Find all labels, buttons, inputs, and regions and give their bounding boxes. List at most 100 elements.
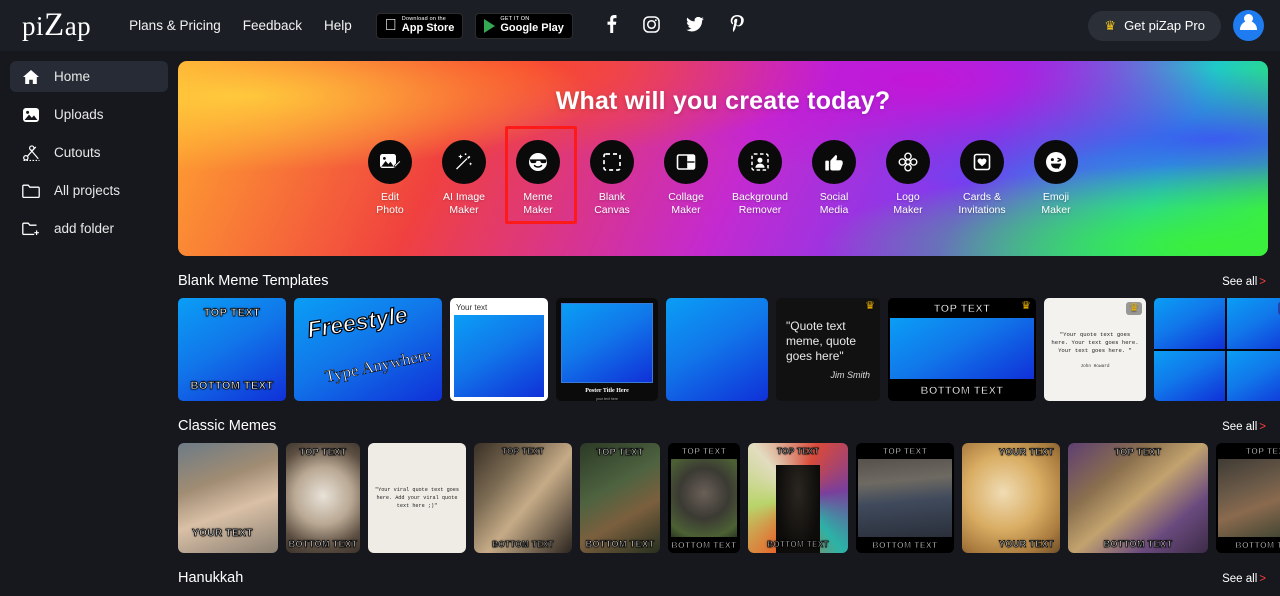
see-all-hanukkah[interactable]: See all > xyxy=(1222,573,1266,585)
meme-thumb-distracted-boyfriend[interactable]: Your text xyxy=(178,443,278,553)
tool-collage-maker[interactable]: Collage Maker xyxy=(657,140,715,216)
poster-title: Poster Title Here xyxy=(585,388,629,394)
tool-cards-invitations[interactable]: Cards & Invitations xyxy=(953,140,1011,216)
user-avatar[interactable] xyxy=(1233,10,1264,41)
template-image-area xyxy=(890,318,1034,379)
poster-image-area xyxy=(561,303,653,383)
tool-ai-image-maker[interactable]: AI Image Maker xyxy=(435,140,493,216)
meme-face-icon xyxy=(516,140,560,184)
sidebar-item-uploads[interactable]: Uploads xyxy=(10,99,168,130)
tool-emoji-maker[interactable]: Emoji Maker xyxy=(1027,140,1085,216)
quote-text: "Your viral quote text goes here. Add yo… xyxy=(374,487,460,509)
tool-blank-canvas[interactable]: Blank Canvas xyxy=(583,140,641,216)
poster-subtitle: your text here xyxy=(596,397,618,401)
template-bottom-text: BOTTOM TEXT xyxy=(920,385,1004,398)
header-right-actions: ♛ Get piZap Pro xyxy=(1088,0,1264,51)
tool-label-line2: Photo xyxy=(376,203,404,216)
template-thumb[interactable]: ♛ "Quote text meme, quote goes here" Jim… xyxy=(776,298,880,401)
app-store-button[interactable]:  Download on the App Store xyxy=(375,12,464,39)
google-play-icon xyxy=(484,18,496,33)
meme-thumb-business-cat[interactable]: TOP TEXT BOTTOM TEXT xyxy=(748,443,848,553)
nav-help[interactable]: Help xyxy=(324,18,352,33)
template-thumb[interactable]: Your text xyxy=(450,298,548,401)
sidebar: Home Uploads Cutouts All projects add fo… xyxy=(0,51,178,596)
classic-meme-row: Your text TOP TEXT BOTTOM TEXT "Your vir… xyxy=(178,443,1280,553)
meme-thumb-monkey-selfie[interactable]: TOP TEXT BOTTOM TEXT xyxy=(668,443,740,553)
sidebar-label-cutouts: Cutouts xyxy=(54,145,101,160)
meme-thumb-success-kid[interactable]: TOP TEXT BOTTOM TEXT xyxy=(474,443,572,553)
template-thumb[interactable]: Freestyle Type Anywhere xyxy=(294,298,442,401)
social-links xyxy=(607,15,744,36)
template-thumb[interactable]: TOP TEXT BOTTOM TEXT xyxy=(178,298,286,401)
template-your-text-label: Your text xyxy=(456,303,488,312)
template-thumb[interactable]: ♛ "Your quote text goes here. Your text … xyxy=(1044,298,1146,401)
hero-banner: What will you create today? Edit Photo AI… xyxy=(178,61,1268,256)
meme-top-text: TOP TEXT xyxy=(299,447,347,458)
sidebar-item-cutouts[interactable]: Cutouts xyxy=(10,137,168,168)
meme-thumb-office-jim[interactable]: TOP TEXT BOTTOM TEXT xyxy=(856,443,954,553)
meme-photo xyxy=(1068,443,1208,553)
meme-thumb-sweating-guy[interactable]: TOP TEXT BOTTOM TEXT xyxy=(1216,443,1280,553)
twitter-icon[interactable] xyxy=(686,16,704,35)
meme-thumb-condescending-wonka[interactable]: TOP TEXT BOTTOM TEXT xyxy=(1068,443,1208,553)
scissors-icon xyxy=(22,144,40,161)
sidebar-item-all-projects[interactable]: All projects xyxy=(10,175,168,206)
meme-thumb-doge[interactable]: YOUR TEXT YOUR TEXT xyxy=(962,443,1060,553)
pro-crown-icon: ♛ xyxy=(1021,300,1031,312)
instagram-icon[interactable] xyxy=(643,15,660,36)
tool-meme-maker[interactable]: Meme Maker xyxy=(505,126,577,224)
collage-grid-icon xyxy=(664,140,708,184)
see-all-blank-meme-templates[interactable]: See all > xyxy=(1222,276,1266,288)
pinterest-icon[interactable] xyxy=(730,15,744,36)
template-thumb[interactable] xyxy=(666,298,768,401)
person-cutout-icon xyxy=(738,140,782,184)
meme-photo xyxy=(286,443,360,553)
sidebar-label-home: Home xyxy=(54,69,91,84)
meme-top-text: TOP TEXT xyxy=(1114,447,1162,458)
template-thumb[interactable]: Poster Title Here your text here xyxy=(556,298,658,401)
see-all-classic-memes[interactable]: See all > xyxy=(1222,421,1266,433)
tool-social-media[interactable]: Social Media xyxy=(805,140,863,216)
tool-background-remover[interactable]: Background Remover xyxy=(731,140,789,216)
facebook-icon[interactable] xyxy=(607,15,617,36)
main-area: Home Uploads Cutouts All projects add fo… xyxy=(0,51,1280,596)
section-title-blank-meme-templates: Blank Meme Templates xyxy=(178,273,329,289)
top-header: piZap Plans & Pricing Feedback Help  Do… xyxy=(0,0,1280,51)
quad-layout xyxy=(1154,298,1280,401)
tool-edit-photo[interactable]: Edit Photo xyxy=(361,140,419,216)
template-thumb[interactable]: ♛ TOP TEXT BOTTOM TEXT xyxy=(888,298,1036,401)
google-play-label: Google Play xyxy=(488,22,564,35)
sidebar-label-uploads: Uploads xyxy=(54,107,104,122)
section-header: Classic Memes See all > xyxy=(178,418,1268,434)
meme-thumb-viral-quote[interactable]: "Your viral quote text goes here. Add yo… xyxy=(368,443,466,553)
pizap-logo[interactable]: piZap xyxy=(22,7,91,44)
meme-bottom-text: BOTTOM TEXT xyxy=(1103,539,1173,550)
section-title-classic-memes: Classic Memes xyxy=(178,418,277,434)
meme-bottom-text: Your text xyxy=(192,528,253,540)
quote-author: John Howard xyxy=(1080,363,1110,369)
get-pizap-pro-button[interactable]: ♛ Get piZap Pro xyxy=(1088,10,1221,41)
header-nav: Plans & Pricing Feedback Help xyxy=(129,18,352,33)
photo-edit-icon xyxy=(368,140,412,184)
blank-template-row: TOP TEXT BOTTOM TEXT Freestyle Type Anyw… xyxy=(178,298,1280,401)
thumbs-up-icon xyxy=(812,140,856,184)
template-thumb[interactable]: ♛ xyxy=(1154,298,1280,401)
meme-top-text: TOP TEXT xyxy=(596,447,644,458)
meme-thumb-bush-deer[interactable]: TOP TEXT BOTTOM TEXT xyxy=(580,443,660,553)
section-blank-meme-templates: Blank Meme Templates See all > TOP TEXT B… xyxy=(178,273,1280,401)
section-header: Blank Meme Templates See all > xyxy=(178,273,1268,289)
tool-logo-maker[interactable]: Logo Maker xyxy=(879,140,937,216)
meme-thumb-grumpy-cat[interactable]: TOP TEXT BOTTOM TEXT xyxy=(286,443,360,553)
folder-icon xyxy=(22,184,40,198)
nav-feedback[interactable]: Feedback xyxy=(243,18,302,33)
google-play-button[interactable]: GET IT ON Google Play xyxy=(475,12,573,39)
nav-plans-pricing[interactable]: Plans & Pricing xyxy=(129,18,221,33)
get-pizap-pro-label: Get piZap Pro xyxy=(1124,18,1205,33)
sidebar-item-add-folder[interactable]: add folder xyxy=(10,213,168,244)
meme-photo xyxy=(474,443,572,553)
sidebar-item-home[interactable]: Home xyxy=(10,61,168,92)
winking-emoji-icon xyxy=(1034,140,1078,184)
meme-photo xyxy=(1218,458,1280,537)
content-area: What will you create today? Edit Photo AI… xyxy=(178,51,1280,596)
meme-bottom-text: BOTTOM TEXT xyxy=(585,539,655,550)
